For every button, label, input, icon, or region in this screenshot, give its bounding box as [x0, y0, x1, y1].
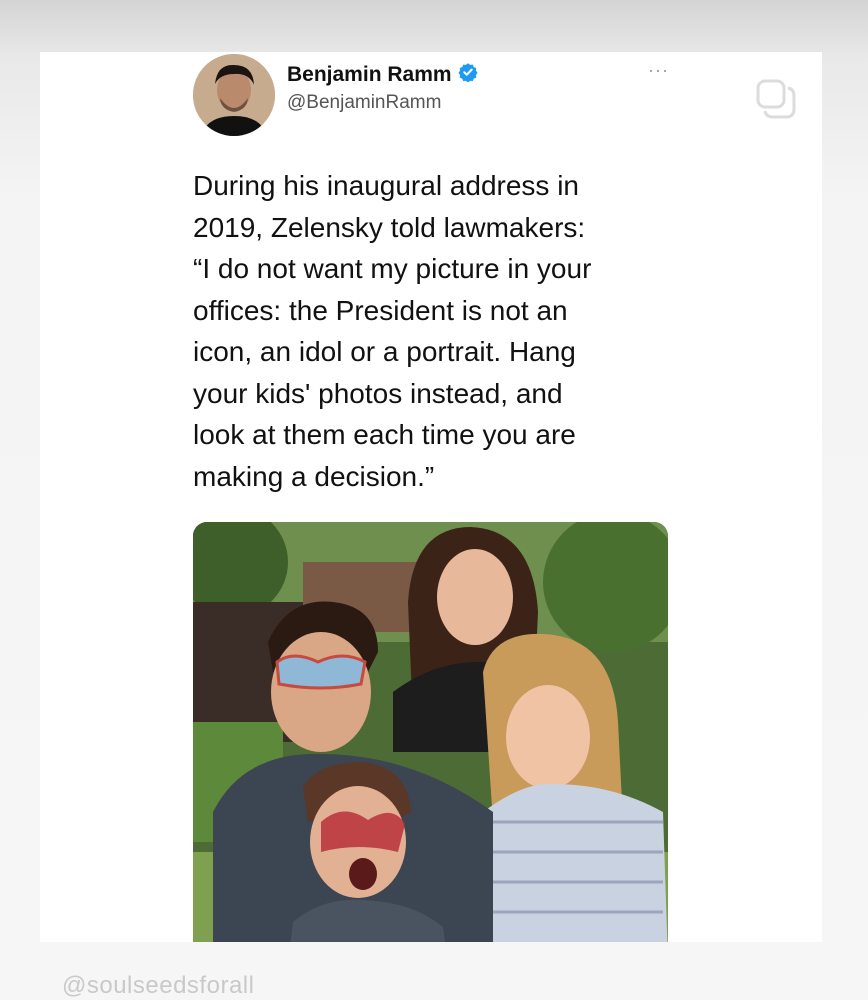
watermark-handle: @soulseedsforall: [62, 972, 255, 999]
tweet-text: During his inaugural address in 2019, Ze…: [193, 170, 592, 492]
verified-badge-icon: [457, 62, 478, 87]
avatar[interactable]: [193, 54, 275, 136]
author-row: Benjamin Ramm: [287, 62, 478, 87]
author-name[interactable]: Benjamin Ramm: [287, 63, 452, 87]
more-options-icon[interactable]: ···: [648, 60, 669, 81]
tweet-photo[interactable]: [193, 522, 668, 942]
author-handle[interactable]: @BenjaminRamm: [287, 92, 441, 114]
copy-icon[interactable]: [754, 77, 798, 121]
tweet-card: Benjamin Ramm @BenjaminRamm ··· During h…: [40, 52, 822, 942]
